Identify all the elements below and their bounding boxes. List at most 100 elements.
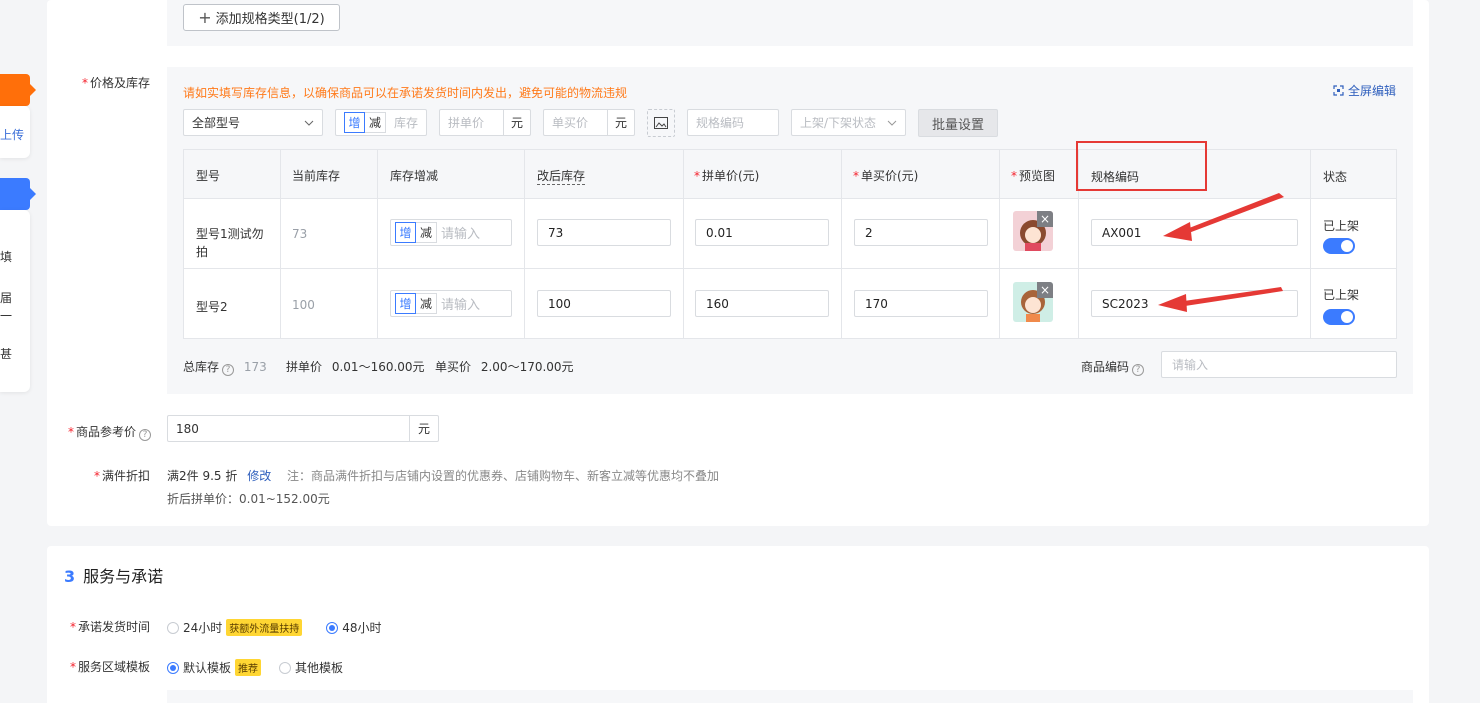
nav-text-1: 填: [0, 250, 13, 264]
unit-yuan: 元: [409, 416, 438, 441]
nav-tab-blue[interactable]: [0, 178, 36, 210]
add-spec-type-label: 添加规格类型(1/2): [215, 12, 325, 27]
chevron-down-icon: [304, 120, 314, 126]
decrease-button[interactable]: 减: [365, 112, 386, 133]
decrease-button[interactable]: 减: [416, 222, 437, 243]
help-icon[interactable]: ?: [1132, 364, 1145, 376]
decrease-button[interactable]: 减: [416, 293, 437, 314]
increase-button[interactable]: 增: [344, 112, 365, 133]
spec-code-input[interactable]: SC2023: [1091, 290, 1298, 317]
status-select[interactable]: 上架/下架状态: [791, 109, 906, 136]
traffic-badge: 获额外流量扶持: [226, 619, 303, 636]
image-icon: [654, 117, 668, 129]
unit-yuan: 元: [503, 110, 530, 135]
batch-set-button[interactable]: 批量设置: [918, 109, 998, 137]
col-divider: [1310, 150, 1311, 338]
col-group-price: * 拼单价(元): [694, 169, 760, 183]
nav-text-4: 甚: [0, 347, 13, 361]
spec-code-batch-input[interactable]: 规格编码: [687, 109, 779, 136]
group-price-batch-input[interactable]: 拼单价 元: [439, 109, 531, 136]
stock-batch-input[interactable]: 库存: [394, 114, 418, 131]
single-price-input[interactable]: 170: [854, 290, 988, 317]
col-divider: [683, 150, 684, 338]
model-name: 型号2: [196, 300, 228, 314]
single-price-batch-input[interactable]: 单买价 元: [543, 109, 635, 136]
stock-delta-input[interactable]: 增减 请输入: [390, 290, 512, 317]
increase-button[interactable]: 增: [395, 293, 416, 314]
sku-table: 型号 当前库存 库存增减 改后库存 * 拼单价(元) * 单买价(元) * 预览图 规…: [183, 149, 1397, 339]
col-current-stock: 当前库存: [292, 169, 341, 183]
stock-notice: 请如实填写库存信息，以确保商品可以在承诺发货时间内发出，避免可能的物流违规: [183, 86, 628, 100]
annotation-highlight-box: [1076, 141, 1207, 191]
help-icon[interactable]: ?: [222, 364, 235, 376]
single-price-summary: 单买价 2.00～170.00元: [435, 360, 574, 374]
group-price-input[interactable]: 0.01: [695, 219, 829, 246]
inc-dec-toggle: 增 减: [344, 110, 386, 135]
model-select[interactable]: 全部型号: [183, 109, 323, 136]
ref-price-input[interactable]: 180 元: [167, 415, 439, 442]
col-status: 状态: [1323, 170, 1348, 184]
nav-upload-link[interactable]: 上传: [0, 126, 24, 143]
new-stock-input[interactable]: 73: [537, 219, 671, 246]
model-select-value: 全部型号: [192, 116, 241, 130]
col-new-stock: 改后库存: [537, 169, 586, 185]
stock-batch-control: 增 减 库存: [335, 109, 427, 136]
spec-code-input[interactable]: AX001: [1091, 219, 1298, 246]
status-label: 已上架: [1323, 288, 1360, 302]
col-divider: [280, 150, 281, 338]
increase-button[interactable]: 增: [395, 222, 416, 243]
nav-text-3: 一: [0, 309, 13, 323]
col-stock-delta: 库存增减: [390, 169, 439, 183]
product-code-label: 商品编码?: [1081, 358, 1145, 376]
recommend-badge: 推荐: [235, 659, 262, 676]
radio-default-template[interactable]: [167, 662, 179, 674]
remove-image-icon[interactable]: ×: [1037, 282, 1053, 298]
ref-price-label: * 商品参考价?: [68, 423, 152, 441]
col-divider: [524, 150, 525, 338]
radio-24h[interactable]: [167, 622, 179, 634]
current-stock: 100: [292, 298, 315, 312]
table-row: 型号1测试勿拍 73 增减 请输入 73 0.01 2 × AX001 已上架: [184, 199, 1396, 269]
ship-time-options: 24小时 获额外流量扶持 48小时: [167, 619, 382, 636]
fullscreen-icon: [1333, 85, 1344, 96]
group-price-summary: 拼单价 0.01～160.00元: [286, 360, 425, 374]
discount-edit-link[interactable]: 修改: [247, 469, 271, 483]
price-stock-label: * 价格及库存: [82, 76, 151, 90]
table-row: 型号2 100 增减 请输入 100 160 170 × SC2023 已上架: [184, 269, 1396, 339]
section-title-service: 3 服务与承诺: [64, 567, 164, 586]
nav-tab-orange[interactable]: [0, 74, 36, 106]
col-single-price: * 单买价(元): [853, 169, 919, 183]
status-toggle[interactable]: [1323, 238, 1355, 254]
nav-text-2: 届: [0, 291, 13, 305]
status-toggle[interactable]: [1323, 309, 1355, 325]
add-spec-type-button[interactable]: + 添加规格类型(1/2): [183, 4, 340, 31]
product-code-input[interactable]: 请输入: [1161, 351, 1397, 378]
discount-value-row: 满2件 9.5 折 修改 注：商品满件折扣与店铺内设置的优惠券、店铺购物车、新客…: [167, 467, 719, 484]
discount-note: 注：商品满件折扣与店铺内设置的优惠券、店铺购物车、新客立减等优惠均不叠加: [287, 469, 720, 483]
ship-48h-option[interactable]: 48小时: [326, 619, 382, 636]
chevron-down-icon: [887, 120, 897, 126]
default-template-option[interactable]: 默认模板: [167, 659, 231, 676]
plus-icon: +: [198, 8, 212, 27]
col-divider: [841, 150, 842, 338]
new-stock-input[interactable]: 100: [537, 290, 671, 317]
single-price-input[interactable]: 2: [854, 219, 988, 246]
total-stock-summary: 总库存? 173: [183, 360, 267, 376]
radio-48h[interactable]: [326, 622, 339, 634]
group-price-input[interactable]: 160: [695, 290, 829, 317]
col-divider: [377, 150, 378, 338]
preview-image[interactable]: ×: [1013, 211, 1053, 251]
fullscreen-edit-link[interactable]: 全屏编辑: [1333, 82, 1396, 99]
image-upload-button[interactable]: [647, 109, 675, 137]
radio-other-template[interactable]: [279, 662, 292, 674]
stock-delta-input[interactable]: 增减 请输入: [390, 219, 512, 246]
preview-image[interactable]: ×: [1013, 282, 1053, 322]
nav-card-1: 上传: [0, 106, 30, 158]
nav-card-2: 填 届 一 甚: [0, 210, 30, 392]
other-template-option[interactable]: 其他模板: [279, 659, 343, 676]
help-icon[interactable]: ?: [139, 429, 152, 441]
service-area-label: * 服务区域模板: [70, 660, 151, 674]
service-area-options: 默认模板 推荐 其他模板: [167, 659, 343, 676]
ship-24h-option[interactable]: 24小时: [167, 619, 222, 636]
remove-image-icon[interactable]: ×: [1037, 211, 1053, 227]
